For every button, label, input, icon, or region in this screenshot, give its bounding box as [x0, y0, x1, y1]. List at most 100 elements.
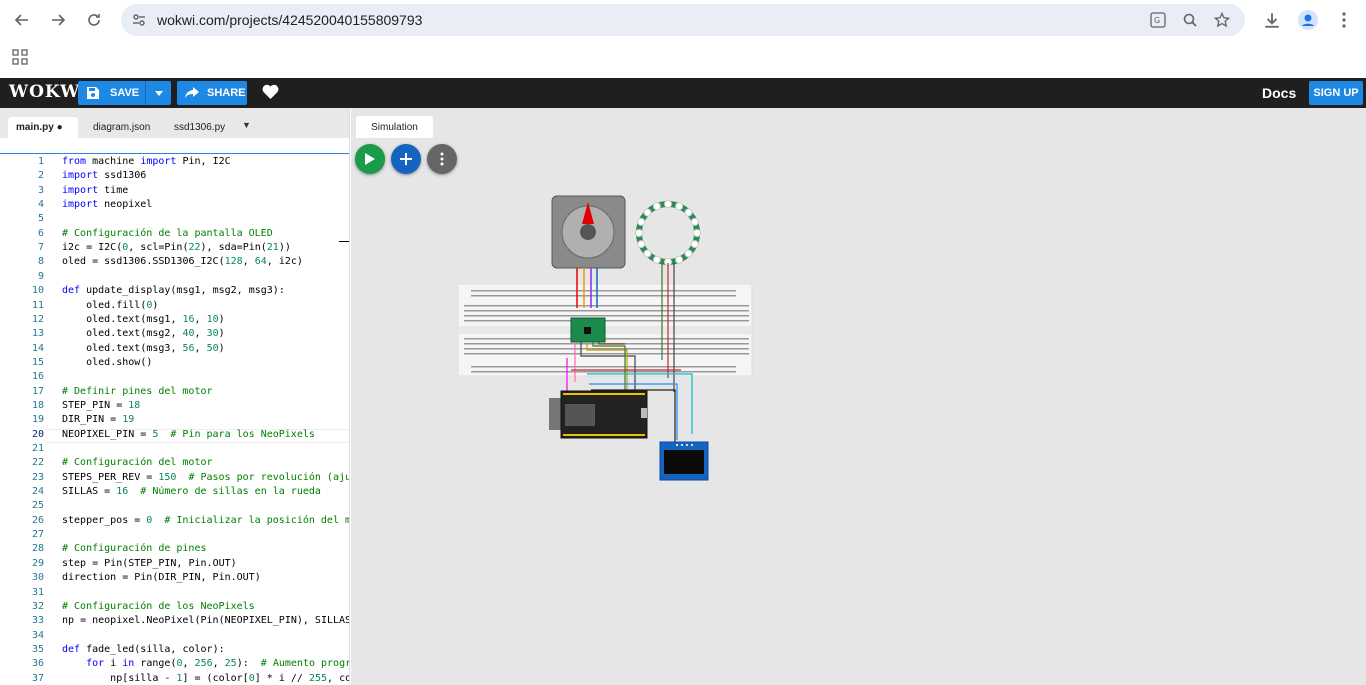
code-line[interactable]: 7 i2c = I2C(0, scl=Pin(22), sda=Pin(21)) — [0, 242, 349, 256]
url-text: wokwi.com/projects/424520040155809793 — [157, 12, 423, 28]
heart-icon[interactable] — [262, 83, 279, 104]
code-line[interactable]: 13 oled.text(msg2, 40, 30) — [0, 328, 349, 342]
code-text: from machine import Pin, I2C — [62, 156, 231, 167]
code-line[interactable]: 37 np[silla - 1] = (color[0] * i // 255,… — [0, 673, 349, 685]
line-number: 5 — [37, 213, 44, 225]
code-line[interactable]: 23 STEPS_PER_REV = 150 # Pasos por revolu… — [0, 472, 349, 486]
code-line[interactable]: 11 oled.fill(0) — [0, 300, 349, 314]
circuit-diagram — [457, 195, 753, 481]
code-line[interactable]: 16 — [0, 371, 349, 385]
line-number: 21 — [31, 443, 44, 454]
download-icon[interactable] — [1260, 8, 1284, 32]
profile-avatar-icon[interactable] — [1296, 8, 1320, 32]
code-line[interactable]: 2 import ssd1306 — [0, 170, 349, 184]
code-line[interactable]: 6 # Configuración de la pantalla OLED — [0, 228, 349, 242]
neopixel-led — [664, 200, 672, 208]
wokwi-header: WOKWi SAVE SHARE Docs SIGN UP — [0, 78, 1366, 108]
simulation-pane: Simulation — [351, 108, 1366, 685]
forward-icon[interactable] — [46, 8, 70, 32]
code-line[interactable]: 36 for i in range(0, 256, 25): # Aumento… — [0, 658, 349, 672]
line-number: 13 — [31, 328, 44, 340]
code-line[interactable]: 31 — [0, 587, 349, 601]
code-area[interactable]: 1 from machine import Pin, I2C 2 import ssd… — [0, 154, 349, 685]
line-number: 7 — [37, 242, 44, 254]
line-number: 26 — [31, 514, 44, 526]
code-text: oled = ssd1306.SSD1306_I2C(128, 64, i2c) — [62, 256, 303, 268]
line-number: 3 — [37, 184, 44, 196]
code-text: stepper_pos = 0 # Inicializar la posició… — [62, 514, 349, 526]
stepper-driver[interactable] — [570, 317, 606, 343]
browser-menu-icon[interactable] — [1332, 8, 1356, 32]
code-line[interactable]: 5 — [0, 213, 349, 227]
code-line[interactable]: 3 import time — [0, 185, 349, 199]
zoom-icon[interactable] — [1180, 10, 1200, 30]
save-button[interactable]: SAVE — [78, 81, 171, 105]
code-text: np = neopixel.NeoPixel(Pin(NEOPIXEL_PIN)… — [62, 615, 349, 627]
line-number: 11 — [31, 299, 44, 311]
code-line[interactable]: 10 def update_display(msg1, msg2, msg3): — [0, 285, 349, 299]
back-icon[interactable] — [10, 8, 34, 32]
code-line[interactable]: 15 oled.show() — [0, 357, 349, 371]
code-line[interactable]: 9 — [0, 271, 349, 285]
site-settings-icon[interactable] — [131, 12, 147, 28]
svg-text:G: G — [1154, 16, 1160, 25]
code-line[interactable]: 14 oled.text(msg3, 56, 50) — [0, 343, 349, 357]
line-number: 19 — [31, 414, 44, 426]
code-text: np[silla - 1] = (color[0] * i // 255, co… — [110, 672, 349, 684]
browser-chrome: wokwi.com/projects/424520040155809793 G — [0, 0, 1366, 78]
neopixel-led — [643, 208, 652, 217]
line-number: 29 — [31, 557, 44, 569]
code-text: oled.text(msg2, 40, 30) — [86, 328, 225, 340]
code-text: import ssd1306 — [62, 170, 147, 182]
code-text: # Configuración del motor — [62, 457, 213, 469]
tab-main-py[interactable]: main.py ● — [8, 117, 78, 138]
code-text: def update_display(msg1, msg2, msg3): — [62, 285, 285, 297]
code-line[interactable]: 18 STEP_PIN = 18 — [0, 400, 349, 414]
code-line[interactable]: 19 DIR_PIN = 19 — [0, 414, 349, 428]
sign-up-button[interactable]: SIGN UP — [1309, 81, 1363, 105]
share-button[interactable]: SHARE — [177, 81, 247, 105]
code-line[interactable]: 12 oled.text(msg1, 16, 10) — [0, 314, 349, 328]
line-number: 30 — [31, 572, 44, 584]
code-text: # Configuración de los NeoPixels — [62, 600, 255, 612]
tabs-dropdown-icon[interactable]: ▼ — [242, 120, 251, 130]
code-line[interactable]: 27 — [0, 529, 349, 543]
tab-diagram-json[interactable]: diagram.json — [85, 117, 158, 138]
code-text: # Configuración de la pantalla OLED — [62, 227, 273, 239]
code-text: i2c = I2C(0, scl=Pin(22), sda=Pin(21)) — [62, 242, 291, 254]
code-line[interactable]: 8 oled = ssd1306.SSD1306_I2C(128, 64, i2c… — [0, 256, 349, 270]
neopixel-led — [643, 249, 652, 258]
code-line[interactable]: 17 # Definir pines del motor — [0, 386, 349, 400]
save-dropdown-button[interactable] — [145, 81, 171, 105]
code-line[interactable]: 28 # Configuración de pines — [0, 543, 349, 557]
reload-icon[interactable] — [82, 8, 106, 32]
code-line[interactable]: 25 — [0, 500, 349, 514]
code-line[interactable]: 35 def fade_led(silla, color): — [0, 644, 349, 658]
wokwi-logo[interactable]: WOKWi — [9, 82, 87, 102]
code-line[interactable]: 1 from machine import Pin, I2C — [0, 156, 349, 170]
code-text: oled.show() — [86, 356, 153, 368]
code-line[interactable]: 30 direction = Pin(DIR_PIN, Pin.OUT) — [0, 572, 349, 586]
code-line[interactable]: 4 import neopixel — [0, 199, 349, 213]
code-line[interactable]: 26 stepper_pos = 0 # Inicializar la posic… — [0, 515, 349, 529]
line-number: 33 — [31, 615, 44, 627]
translate-icon[interactable]: G — [1148, 10, 1168, 30]
oled-display[interactable] — [659, 441, 709, 481]
neopixel-led — [693, 229, 701, 237]
code-line[interactable]: 29 step = Pin(STEP_PIN, Pin.OUT) — [0, 558, 349, 572]
line-number: 20 — [31, 428, 44, 440]
code-line[interactable]: 32 # Configuración de los NeoPixels — [0, 601, 349, 615]
code-line[interactable]: 22 # Configuración del motor — [0, 457, 349, 471]
apps-grid-icon[interactable] — [12, 49, 28, 65]
code-line[interactable]: 20 NEOPIXEL_PIN = 5 # Pin para los NeoPix… — [0, 429, 349, 443]
code-line[interactable]: 21 — [0, 443, 349, 457]
code-line[interactable]: 33 np = neopixel.NeoPixel(Pin(NEOPIXEL_PI… — [0, 615, 349, 629]
esp32-board[interactable] — [549, 390, 648, 439]
code-line[interactable]: 34 — [0, 630, 349, 644]
line-number: 12 — [31, 313, 44, 325]
bookmark-star-icon[interactable] — [1212, 10, 1232, 30]
docs-link[interactable]: Docs — [1262, 85, 1296, 101]
code-line[interactable]: 24 SILLAS = 16 # Número de sillas en la r… — [0, 486, 349, 500]
address-bar[interactable]: wokwi.com/projects/424520040155809793 G — [121, 4, 1245, 36]
tab-ssd1306-py[interactable]: ssd1306.py — [166, 117, 233, 138]
